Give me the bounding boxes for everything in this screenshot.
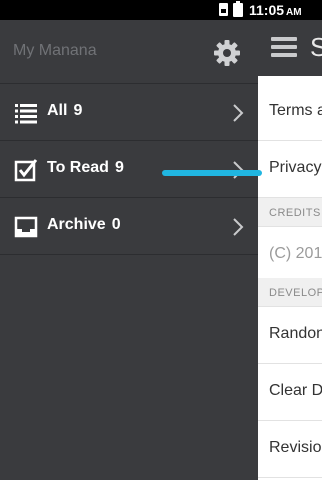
section-header-credits: CREDITS [258, 198, 322, 227]
row-label: Terms a [269, 102, 322, 119]
list-icon [15, 104, 37, 124]
chevron-right-icon [233, 104, 244, 122]
inbox-tray-icon [14, 216, 38, 238]
chevron-right-icon [233, 218, 244, 236]
swipe-gesture-indicator [162, 170, 262, 176]
sidebar-item-all[interactable]: All 9 [0, 84, 258, 141]
sidebar-item-label: Archive 0 [47, 216, 121, 233]
sim-card-icon [219, 3, 228, 16]
section-label: CREDITS [269, 207, 321, 219]
section-label: DEVELOPE [269, 287, 322, 299]
sidebar-item-count: 9 [114, 159, 124, 176]
checkbox-icon [14, 159, 38, 182]
main-title: S [310, 32, 322, 62]
row-label: (C) 201: [269, 245, 322, 262]
row-label: Revisio [269, 439, 322, 456]
status-time: 11:05 AM [249, 2, 302, 18]
section-header-developer: DEVELOPE [258, 278, 322, 307]
gear-icon[interactable] [212, 38, 242, 68]
row-label: Randon [269, 325, 322, 342]
row-label: Clear D [269, 382, 322, 399]
settings-row-terms[interactable]: Terms a [258, 84, 322, 141]
sidebar-item-archive[interactable]: Archive 0 [0, 198, 258, 255]
sidebar-item-count: 0 [111, 216, 121, 233]
status-ampm: AM [286, 7, 302, 18]
hamburger-menu-icon[interactable] [271, 37, 297, 59]
main-panel[interactable]: S Terms a Privacy CREDITS (C) 201: DEVEL… [258, 20, 322, 480]
settings-row-revision[interactable]: Revisio [258, 421, 322, 478]
sidebar-item-label: All 9 [47, 102, 83, 119]
app-title: My Manana [13, 42, 97, 59]
main-header: S [258, 20, 322, 76]
battery-icon [233, 1, 243, 17]
drawer-header: My Manana [0, 20, 258, 84]
navigation-drawer: My Manana All 9 To Read 9 Archive 0 [0, 20, 258, 480]
settings-row-copyright: (C) 201: [258, 227, 322, 284]
settings-row-random[interactable]: Randon [258, 307, 322, 364]
status-bar: 11:05 AM [0, 0, 322, 20]
row-label: Privacy [269, 159, 322, 176]
sidebar-item-count: 9 [73, 102, 83, 119]
sidebar-item-label: To Read 9 [47, 159, 124, 176]
settings-row-privacy[interactable]: Privacy [258, 141, 322, 198]
settings-row-clear[interactable]: Clear D [258, 364, 322, 421]
